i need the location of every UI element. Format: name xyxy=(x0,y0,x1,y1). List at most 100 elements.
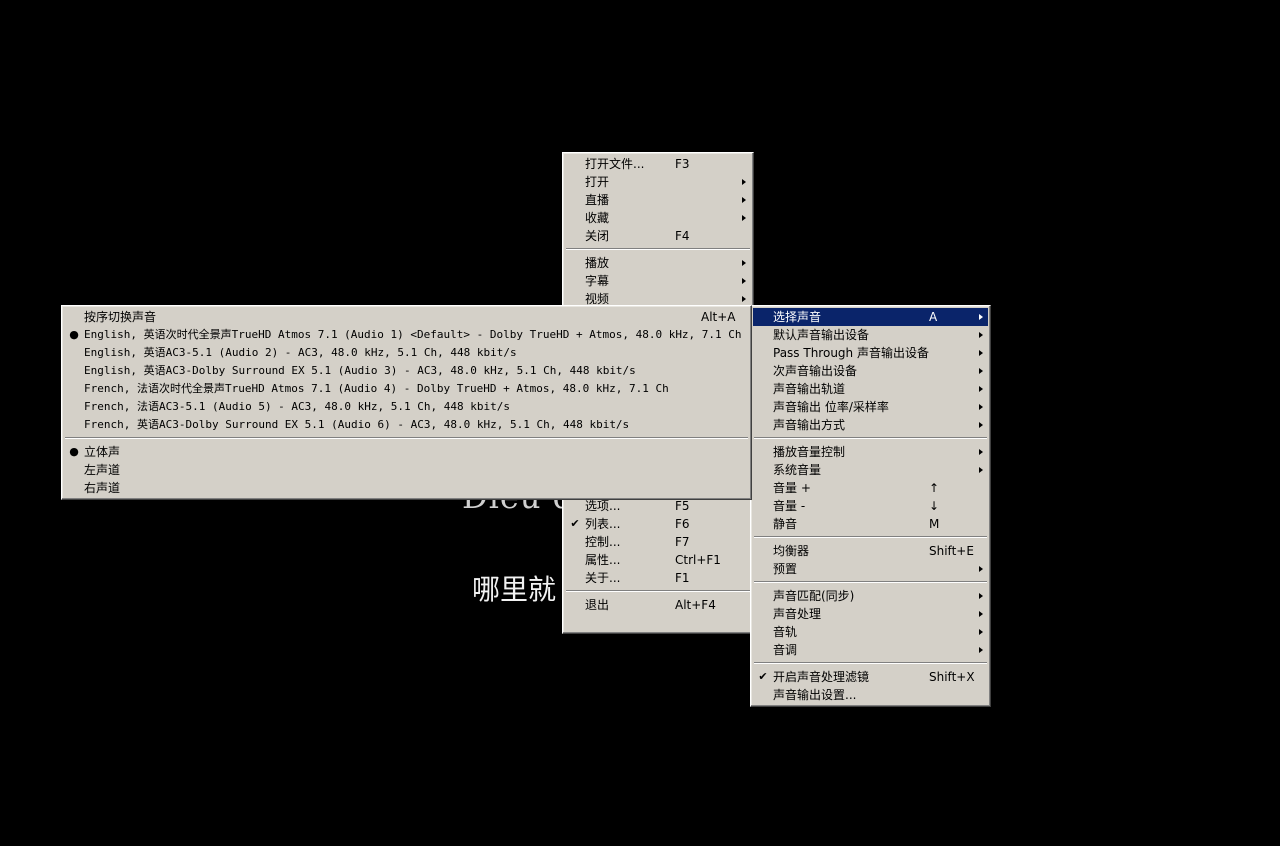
audio-track-submenu: 按序切换声音 Alt+A ● English, 英语次时代全景声TrueHD Atmo… xyxy=(61,305,752,500)
main-menu-item[interactable]: 播放 xyxy=(565,254,751,272)
menu-separator xyxy=(753,578,988,587)
main-menu-item[interactable]: 打开文件... F3 xyxy=(565,155,751,173)
track-menu-item-label: English, 英语AC3-5.1 (Audio 2) - AC3, 48.0… xyxy=(84,346,517,359)
submenu-arrow-icon xyxy=(979,368,983,374)
audio-menu-item-label: 声音输出设置... xyxy=(773,688,857,702)
submenu-arrow-icon xyxy=(979,629,983,635)
audio-menu-item[interactable]: 静音 M xyxy=(753,515,988,533)
audio-menu-item-label: 声音输出方式 xyxy=(773,418,846,432)
track-menu-item[interactable]: French, 法语次时代全景声TrueHD Atmos 7.1 (Audio … xyxy=(64,380,749,398)
menu-separator xyxy=(753,659,988,668)
audio-menu-item[interactable]: 音量 + ↑ xyxy=(753,479,988,497)
audio-menu-item[interactable]: 选择声音 A xyxy=(753,308,988,326)
main-menu-item[interactable]: ✔ 列表... F6 xyxy=(565,515,751,533)
main-menu-item[interactable]: 控制... F7 xyxy=(565,533,751,551)
main-menu-item-label: 关闭 xyxy=(585,229,610,243)
track-menu-item[interactable]: French, 英语AC3-Dolby Surround EX 5.1 (Aud… xyxy=(64,416,749,434)
submenu-arrow-icon xyxy=(742,296,746,302)
main-menu-item[interactable]: 收藏 xyxy=(565,209,751,227)
main-menu-item-label: 属性... xyxy=(585,553,621,567)
submenu-arrow-icon xyxy=(979,332,983,338)
track-menu-item[interactable]: English, 英语AC3-5.1 (Audio 2) - AC3, 48.0… xyxy=(64,344,749,362)
submenu-arrow-icon xyxy=(979,449,983,455)
audio-menu-item[interactable]: 均衡器 Shift+E xyxy=(753,542,988,560)
audio-menu-item-label: 静音 xyxy=(773,517,798,531)
track-menu-item-label: 按序切换声音 xyxy=(84,310,157,324)
submenu-arrow-icon xyxy=(979,566,983,572)
submenu-arrow-icon xyxy=(979,350,983,356)
track-menu-item-label: English, 英语AC3-Dolby Surround EX 5.1 (Au… xyxy=(84,364,636,377)
audio-menu-item[interactable]: 音轨 xyxy=(753,623,988,641)
audio-menu-item[interactable]: 声音输出设置... xyxy=(753,686,988,704)
submenu-arrow-icon xyxy=(979,404,983,410)
main-menu-item-shortcut: F4 xyxy=(675,229,690,243)
audio-menu-item[interactable]: 默认声音输出设备 xyxy=(753,326,988,344)
audio-submenu: 选择声音 A 默认声音输出设备 Pass Through 声音输出设备 次声音输出设备声… xyxy=(750,305,991,707)
audio-menu-item[interactable]: 音量 - ↓ xyxy=(753,497,988,515)
submenu-arrow-icon xyxy=(742,197,746,203)
menu-separator xyxy=(753,434,988,443)
audio-menu-item[interactable]: 声音匹配(同步) xyxy=(753,587,988,605)
track-menu-item[interactable]: 右声道 xyxy=(64,479,749,497)
radio-bullet-icon: ● xyxy=(69,445,79,458)
audio-menu-item-label: 音量 + xyxy=(773,481,811,495)
track-menu-item-label: French, 法语AC3-5.1 (Audio 5) - AC3, 48.0 … xyxy=(84,400,510,413)
main-menu-item-shortcut: F3 xyxy=(675,157,690,171)
track-menu-item-label: French, 法语次时代全景声TrueHD Atmos 7.1 (Audio … xyxy=(84,382,669,395)
audio-menu-item-label: 音调 xyxy=(773,643,798,657)
audio-menu-item-label: 声音输出 位率/采样率 xyxy=(773,400,889,414)
audio-menu-item-label: 声音处理 xyxy=(773,607,822,621)
track-menu-item[interactable]: 左声道 xyxy=(64,461,749,479)
track-menu-item[interactable]: 按序切换声音 Alt+A xyxy=(64,308,749,326)
main-menu-item-shortcut: Alt+F4 xyxy=(675,598,716,612)
submenu-arrow-icon xyxy=(979,422,983,428)
video-subtitle-text: 哪里就 xyxy=(472,573,557,606)
track-menu-item[interactable]: French, 法语AC3-5.1 (Audio 5) - AC3, 48.0 … xyxy=(64,398,749,416)
audio-menu-item-label: 播放音量控制 xyxy=(773,445,846,459)
main-menu-item[interactable]: 退出 Alt+F4 xyxy=(565,596,751,614)
audio-menu-item-shortcut: Shift+X xyxy=(929,670,975,684)
main-menu-item[interactable]: 关于... F1 xyxy=(565,569,751,587)
main-menu-item[interactable]: 直播 xyxy=(565,191,751,209)
track-menu-item[interactable]: ● English, 英语次时代全景声TrueHD Atmos 7.1 (Audi… xyxy=(64,326,749,344)
track-menu-item-label: 右声道 xyxy=(84,481,121,495)
track-menu-item-label: French, 英语AC3-Dolby Surround EX 5.1 (Aud… xyxy=(84,418,630,431)
submenu-arrow-icon xyxy=(979,593,983,599)
main-menu-item-label: 列表... xyxy=(585,517,621,531)
audio-menu-item[interactable]: ✔ 开启声音处理滤镜 Shift+X xyxy=(753,668,988,686)
audio-menu-item-label: 均衡器 xyxy=(773,544,810,558)
main-menu-item-label: 直播 xyxy=(585,193,610,207)
radio-bullet-icon: ● xyxy=(69,328,79,341)
audio-menu-item[interactable]: 音调 xyxy=(753,641,988,659)
submenu-arrow-icon xyxy=(979,467,983,473)
main-menu-item[interactable]: 属性... Ctrl+F1 xyxy=(565,551,751,569)
track-menu-item[interactable]: ● 立体声 xyxy=(64,443,749,461)
audio-menu-item-label: 系统音量 xyxy=(773,463,822,477)
audio-menu-item[interactable]: 播放音量控制 xyxy=(753,443,988,461)
main-menu-item-label: 关于... xyxy=(585,571,621,585)
submenu-arrow-icon xyxy=(742,215,746,221)
audio-menu-item[interactable]: 声音输出轨道 xyxy=(753,380,988,398)
audio-menu-item[interactable]: 次声音输出设备 xyxy=(753,362,988,380)
main-menu-item[interactable]: 打开 xyxy=(565,173,751,191)
main-menu-item[interactable]: 关闭 F4 xyxy=(565,227,751,245)
audio-menu-item-shortcut: ↓ xyxy=(929,499,940,513)
submenu-arrow-icon xyxy=(979,611,983,617)
main-menu-item-label: 退出 xyxy=(585,598,610,612)
main-menu-item[interactable]: 字幕 xyxy=(565,272,751,290)
audio-menu-item-label: 声音输出轨道 xyxy=(773,382,846,396)
audio-menu-item[interactable]: 预置 xyxy=(753,560,988,578)
audio-menu-item[interactable]: 声音处理 xyxy=(753,605,988,623)
main-menu-item-label: 打开文件... xyxy=(585,157,645,171)
submenu-arrow-icon xyxy=(979,647,983,653)
main-menu-item-shortcut: F1 xyxy=(675,571,690,585)
audio-menu-item-label: 次声音输出设备 xyxy=(773,364,858,378)
main-menu-item-label: 控制... xyxy=(585,535,621,549)
track-menu-item[interactable]: English, 英语AC3-Dolby Surround EX 5.1 (Au… xyxy=(64,362,749,380)
audio-menu-item[interactable]: 声音输出 位率/采样率 xyxy=(753,398,988,416)
main-menu-item-label: 收藏 xyxy=(585,211,610,225)
audio-menu-item[interactable]: 系统音量 xyxy=(753,461,988,479)
audio-menu-item[interactable]: Pass Through 声音输出设备 xyxy=(753,344,988,362)
audio-menu-item[interactable]: 声音输出方式 xyxy=(753,416,988,434)
menu-separator xyxy=(565,245,751,254)
